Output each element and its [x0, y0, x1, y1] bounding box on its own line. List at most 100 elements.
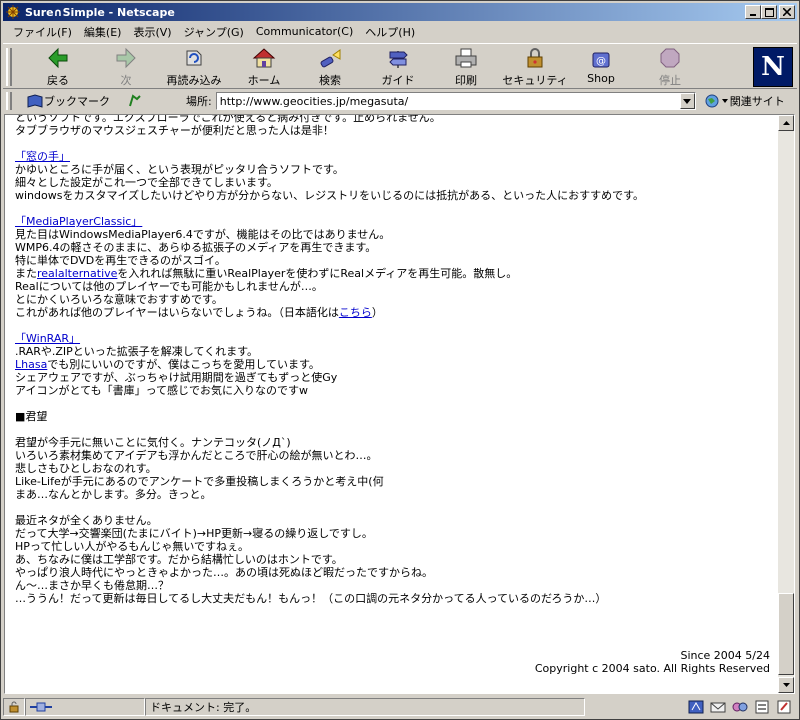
- window-title: Sure∩Simple - Netscape: [25, 5, 175, 19]
- back-arrow-icon: [45, 46, 71, 70]
- location-bar: ブックマーク 場所: http://www.geocities.jp/megas…: [3, 90, 797, 112]
- maximize-button[interactable]: [761, 5, 777, 19]
- text-line: アイコンがとても「書庫」って感じでお気に入りなのですw: [15, 384, 309, 397]
- text-line: やっぱり浪人時代にやっときゃよかった…。あの頃は死ぬほど暇だったですからね。: [15, 566, 433, 579]
- text-line: .RARや.ZIPといった拡張子を解凍してくれます。: [15, 345, 259, 358]
- security-button[interactable]: セキュリティ: [502, 46, 568, 88]
- search-flashlight-icon: [317, 46, 343, 70]
- title-bar: Sure∩Simple - Netscape: [3, 3, 797, 21]
- printer-icon: [453, 46, 479, 70]
- bookmarks-button[interactable]: ブックマーク: [26, 93, 110, 109]
- text-line: だって大学→交響楽団(たまにバイト)→HP更新→寝るの繰り返しですし。: [15, 527, 373, 540]
- text-line: 細々とした設定がこれ一つで全部できてしまいます。: [15, 176, 278, 189]
- url-dropdown-button[interactable]: [679, 93, 695, 109]
- browser-window: Sure∩Simple - Netscape ファイル(F) 編集(E) 表示(…: [0, 0, 800, 720]
- minimize-button[interactable]: [745, 5, 761, 19]
- menu-go[interactable]: ジャンプ(G): [178, 24, 250, 40]
- text-line: まあ…なんとかします。多分。きっと。: [15, 488, 212, 501]
- unlocked-icon: [9, 701, 19, 713]
- window-controls: [745, 5, 795, 19]
- text-line: windowsをカスタマイズしたいけどやり方が分からない、レジストリをいじるのに…: [15, 189, 645, 202]
- status-bar: ドキュメント: 完了。: [3, 697, 797, 717]
- page-footer: Since 2004 5/24 Copyright c 2004 sato. A…: [535, 649, 770, 675]
- location-label: 場所:: [186, 95, 212, 108]
- text-line: とにかくいろいろな意味でおすすめです。: [15, 293, 223, 306]
- composer-icon[interactable]: [775, 699, 793, 715]
- menu-edit[interactable]: 編集(E): [78, 24, 128, 40]
- related-sites-button[interactable]: 関連サイト: [704, 93, 785, 109]
- security-status-cell[interactable]: [3, 698, 25, 716]
- intro-line: というソフトです。エクスプローラでこれが使えると病み付きです。止められません。: [15, 114, 441, 124]
- toolbar-grip[interactable]: [6, 48, 12, 86]
- text-line: 最近ネタが全くありません。: [15, 514, 158, 527]
- text-line: Lhasaでも別にいいのですが、僕はこっちを愛用しています。: [15, 358, 320, 371]
- component-bar: [687, 698, 793, 716]
- search-button[interactable]: 検索: [307, 46, 353, 88]
- location-grip[interactable]: [6, 92, 12, 110]
- text-line: かゆいところに手が届く、という表現がピッタリ合うソフトです。: [15, 163, 344, 176]
- reload-icon: [181, 46, 207, 70]
- related-dropdown-icon: [721, 99, 728, 103]
- vertical-scrollbar[interactable]: [778, 115, 794, 693]
- home-icon: [251, 46, 277, 70]
- netscape-app-icon: [5, 4, 21, 20]
- text-line: 特に単体でDVDを再生できるのがスゴイ。: [15, 254, 226, 267]
- home-button[interactable]: ホーム: [239, 46, 289, 88]
- progress-cell: [25, 698, 145, 716]
- menu-file[interactable]: ファイル(F): [7, 24, 78, 40]
- text-line: WMP6.4の軽さそのままに、あらゆる拡張子のメディアを再生できます。: [15, 241, 377, 254]
- intro-line: タブブラウザのマウスジェスチャーが便利だと思った人は是非！: [15, 124, 334, 137]
- menu-help[interactable]: ヘルプ(H): [359, 24, 421, 40]
- svg-text:@: @: [596, 56, 606, 67]
- section-heading: ■君望: [15, 410, 48, 423]
- text-line: ん〜…まさか早くも倦怠期…？: [15, 579, 169, 592]
- since-text: Since 2004 5/24: [680, 649, 770, 662]
- link-lhasa[interactable]: Lhasa: [15, 358, 47, 371]
- related-sites-icon: [704, 93, 722, 109]
- link-winrar[interactable]: 「WinRAR」: [15, 332, 80, 345]
- address-book-icon[interactable]: [753, 699, 771, 715]
- text-line: HPって忙しい人がやるもんじゃ無いですねぇ。: [15, 540, 250, 553]
- reload-button[interactable]: 再読み込み: [161, 46, 227, 88]
- url-field[interactable]: http://www.geocities.jp/megasuta/: [215, 92, 696, 110]
- bookmarks-label: ブックマーク: [44, 95, 110, 108]
- page-content: というソフトです。エクスプローラでこれが使えると病み付きです。止められません。 …: [4, 114, 795, 694]
- menu-bar: ファイル(F) 編集(E) 表示(V) ジャンプ(G) Communicator…: [3, 22, 797, 41]
- stop-icon: [657, 46, 683, 70]
- scroll-thumb[interactable]: [778, 593, 794, 675]
- scroll-down-button[interactable]: [778, 677, 794, 693]
- back-button[interactable]: 戻る: [33, 46, 83, 88]
- menu-communicator[interactable]: Communicator(C): [250, 25, 359, 38]
- guide-button[interactable]: ガイド: [373, 46, 423, 88]
- navigator-icon[interactable]: [687, 699, 705, 715]
- scroll-up-button[interactable]: [778, 115, 794, 131]
- link-mediaplayerclassic[interactable]: 「MediaPlayerClassic」: [15, 215, 142, 228]
- text-line: またrealalternativeを入れれば無駄に重いRealPlayerを使わ…: [15, 267, 518, 280]
- link-madonote[interactable]: 「窓の手」: [15, 150, 70, 163]
- connection-plug-icon: [30, 702, 52, 712]
- status-text-cell: ドキュメント: 完了。: [145, 698, 585, 716]
- page-proxy-icon[interactable]: [128, 94, 142, 108]
- newsgroups-icon[interactable]: [731, 699, 749, 715]
- text-line: 悲しさもひとしおなのれす。: [15, 462, 157, 475]
- forward-arrow-icon: [113, 46, 139, 70]
- link-japanese-patch[interactable]: こちら: [339, 306, 372, 319]
- link-realalternative[interactable]: realalternative: [37, 267, 117, 280]
- close-button[interactable]: [779, 5, 795, 19]
- text-line: …ううん！だって更新は毎日してるし大丈夫だもん！もんっ！（この口調の元ネタ分かっ…: [15, 592, 607, 605]
- mail-icon[interactable]: [709, 699, 727, 715]
- forward-button[interactable]: 次: [103, 46, 149, 88]
- security-lock-icon: [522, 46, 548, 70]
- menu-view[interactable]: 表示(V): [127, 24, 177, 40]
- bookmark-book-icon: [26, 93, 44, 109]
- netscape-logo[interactable]: N: [753, 47, 793, 87]
- text-line: シェアウェアですが、ぶっちゃけ試用期間を過ぎてもずっと使Gy: [15, 371, 338, 384]
- page-body: というソフトです。エクスプローラでこれが使えると病み付きです。止められません。 …: [15, 114, 777, 605]
- stop-button[interactable]: 停止: [647, 46, 693, 88]
- related-sites-label: 関連サイト: [729, 95, 785, 108]
- navigation-toolbar: 戻る 次 再読み込み ホーム 検索 ガイド 印刷 セキュリティ @ Shop 停…: [3, 43, 797, 89]
- shop-button[interactable]: @ Shop: [579, 46, 623, 88]
- print-button[interactable]: 印刷: [441, 46, 491, 88]
- status-text: ドキュメント: 完了。: [150, 701, 257, 714]
- text-line: Realについては他のプレイヤーでも可能かもしれませんが…。: [15, 280, 323, 293]
